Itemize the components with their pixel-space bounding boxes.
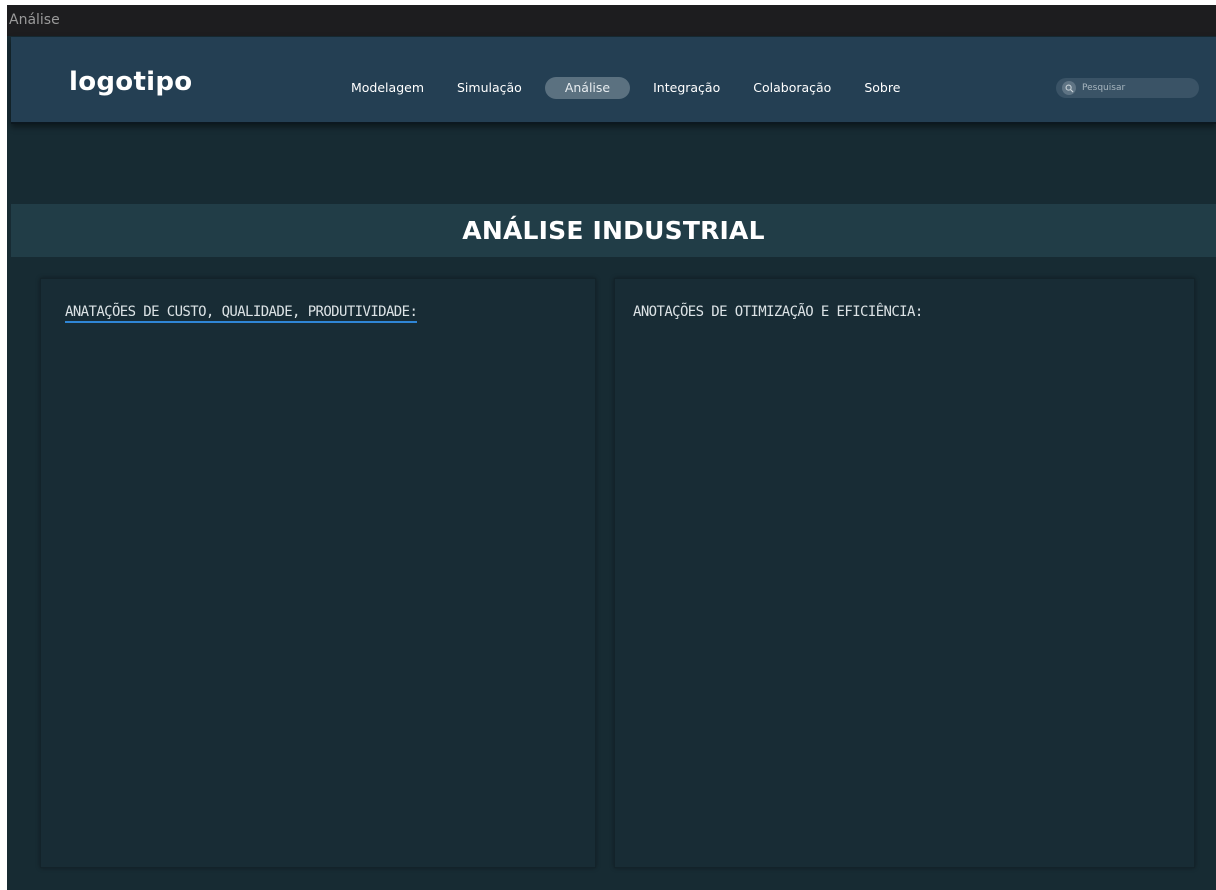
nav-item-colaboracao[interactable]: Colaboração [743,77,841,99]
nav-item-modelagem[interactable]: Modelagem [341,77,434,99]
nav-item-sobre[interactable]: Sobre [854,77,910,99]
notes-label-cost-quality-text[interactable]: ANATAÇÕES DE CUSTO, QUALIDADE, PRODUTIVI… [65,304,418,323]
notes-panel-optimization[interactable]: ANOTAÇÕES DE OTIMIZAÇÃO E EFICIÊNCIA: [614,278,1195,868]
nav-item-simulacao[interactable]: Simulação [447,77,532,99]
page-title: ANÁLISE INDUSTRIAL [462,216,765,245]
window-title: Análise [9,12,60,28]
notes-label-cost-quality[interactable]: ANATAÇÕES DE CUSTO, QUALIDADE, PRODUTIVI… [65,303,418,323]
nav-item-integracao[interactable]: Integração [643,77,730,99]
logo[interactable]: logotipo [69,67,192,97]
notes-label-optimization: ANOTAÇÕES DE OTIMIZAÇÃO E EFICIÊNCIA: [633,304,923,320]
window-titlebar: Análise [7,5,1216,36]
nav-menu: Modelagem Simulação Análise Integração C… [341,77,910,99]
nav-item-analise[interactable]: Análise [544,77,631,99]
top-navbar: logotipo Modelagem Simulação Análise Int… [11,37,1216,124]
page-banner: ANÁLISE INDUSTRIAL [11,204,1216,257]
notes-panel-cost-quality[interactable]: ANATAÇÕES DE CUSTO, QUALIDADE, PRODUTIVI… [40,278,596,868]
search-input[interactable] [1082,83,1182,93]
search-icon[interactable] [1062,81,1076,95]
search-box[interactable] [1056,78,1199,98]
app-window: Análise logotipo Modelagem Simulação Aná… [7,5,1216,890]
